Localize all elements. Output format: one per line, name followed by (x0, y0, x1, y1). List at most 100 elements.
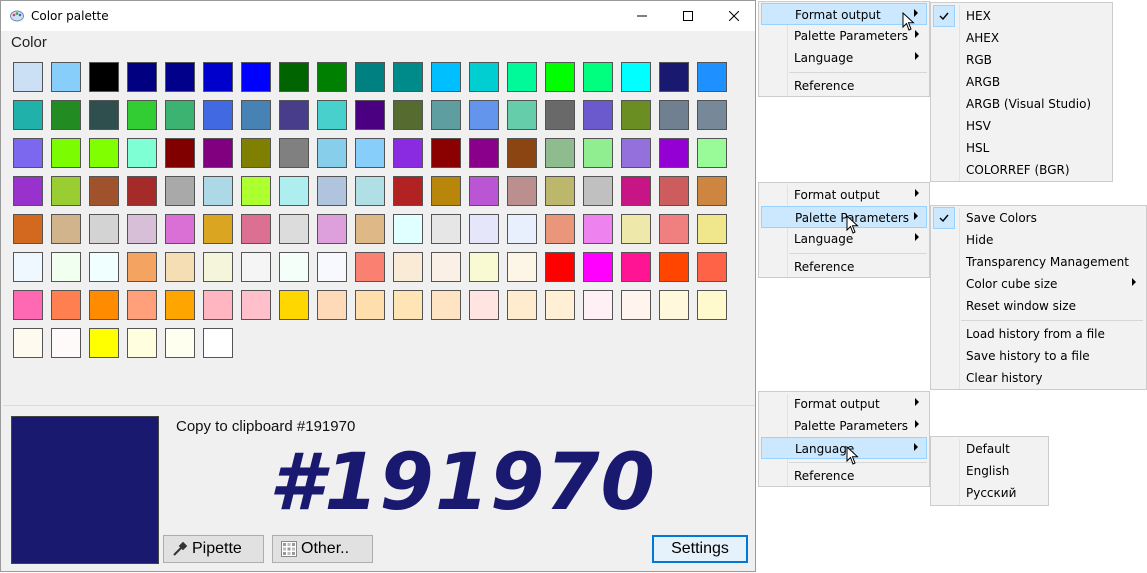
color-swatch[interactable] (279, 290, 309, 320)
color-swatch[interactable] (621, 290, 651, 320)
color-swatch[interactable] (431, 138, 461, 168)
format-item-hex[interactable]: HEX (933, 5, 1110, 27)
color-swatch[interactable] (545, 100, 575, 130)
language-item-default[interactable]: Default (933, 438, 1046, 460)
color-swatch[interactable] (355, 62, 385, 92)
color-swatch[interactable] (355, 100, 385, 130)
color-swatch[interactable] (355, 138, 385, 168)
format-item-argb-vs[interactable]: ARGB (Visual Studio) (933, 93, 1110, 115)
color-swatch[interactable] (165, 328, 195, 358)
color-swatch[interactable] (127, 214, 157, 244)
color-swatch[interactable] (203, 62, 233, 92)
color-swatch[interactable] (317, 100, 347, 130)
param-item-color-cube-size[interactable]: Color cube size (933, 273, 1144, 295)
other-button[interactable]: Other.. (272, 535, 373, 563)
color-swatch[interactable] (583, 290, 613, 320)
copy-to-clipboard-text[interactable]: Copy to clipboard #191970 (176, 418, 355, 435)
color-swatch[interactable] (51, 328, 81, 358)
color-swatch[interactable] (203, 252, 233, 282)
format-item-colorref[interactable]: COLORREF (BGR) (933, 159, 1110, 181)
color-swatch[interactable] (431, 214, 461, 244)
color-swatch[interactable] (241, 176, 271, 206)
color-swatch[interactable] (89, 328, 119, 358)
color-swatch[interactable] (659, 252, 689, 282)
color-swatch[interactable] (393, 176, 423, 206)
color-swatch[interactable] (165, 290, 195, 320)
color-swatch[interactable] (51, 176, 81, 206)
color-swatch[interactable] (393, 252, 423, 282)
color-swatch[interactable] (545, 176, 575, 206)
menu-item-palette-parameters[interactable]: Palette Parameters (761, 206, 927, 228)
color-swatch[interactable] (89, 138, 119, 168)
color-swatch[interactable] (697, 214, 727, 244)
color-swatch[interactable] (13, 328, 43, 358)
color-swatch[interactable] (355, 176, 385, 206)
color-swatch[interactable] (697, 100, 727, 130)
color-swatch[interactable] (393, 62, 423, 92)
color-swatch[interactable] (469, 214, 499, 244)
color-swatch[interactable] (241, 100, 271, 130)
color-swatch[interactable] (127, 252, 157, 282)
color-swatch[interactable] (317, 62, 347, 92)
color-swatch[interactable] (13, 214, 43, 244)
color-swatch[interactable] (393, 100, 423, 130)
color-swatch[interactable] (431, 252, 461, 282)
color-swatch[interactable] (127, 328, 157, 358)
color-swatch[interactable] (469, 138, 499, 168)
format-item-hsv[interactable]: HSV (933, 115, 1110, 137)
menu-item-reference[interactable]: Reference (761, 75, 927, 97)
color-swatch[interactable] (13, 100, 43, 130)
color-swatch[interactable] (317, 290, 347, 320)
color-swatch[interactable] (13, 62, 43, 92)
color-swatch[interactable] (89, 252, 119, 282)
color-swatch[interactable] (469, 290, 499, 320)
color-swatch[interactable] (507, 214, 537, 244)
menu-item-language[interactable]: Language (761, 437, 927, 459)
color-swatch[interactable] (507, 100, 537, 130)
color-swatch[interactable] (469, 176, 499, 206)
color-swatch[interactable] (51, 62, 81, 92)
color-swatch[interactable] (165, 138, 195, 168)
color-swatch[interactable] (659, 100, 689, 130)
color-swatch[interactable] (583, 176, 613, 206)
color-swatch[interactable] (127, 138, 157, 168)
color-swatch[interactable] (317, 176, 347, 206)
color-swatch[interactable] (393, 214, 423, 244)
color-swatch[interactable] (469, 252, 499, 282)
color-swatch[interactable] (127, 100, 157, 130)
menu-item-reference[interactable]: Reference (761, 256, 927, 278)
color-swatch[interactable] (507, 176, 537, 206)
format-item-hsl[interactable]: HSL (933, 137, 1110, 159)
language-item-russian[interactable]: Русский (933, 482, 1046, 504)
color-swatch[interactable] (431, 176, 461, 206)
color-swatch[interactable] (583, 62, 613, 92)
format-item-ahex[interactable]: AHEX (933, 27, 1110, 49)
color-swatch[interactable] (279, 176, 309, 206)
color-swatch[interactable] (507, 138, 537, 168)
color-swatch[interactable] (127, 62, 157, 92)
color-swatch[interactable] (241, 252, 271, 282)
format-item-rgb[interactable]: RGB (933, 49, 1110, 71)
color-swatch[interactable] (13, 138, 43, 168)
color-swatch[interactable] (165, 214, 195, 244)
color-swatch[interactable] (355, 214, 385, 244)
color-swatch[interactable] (13, 252, 43, 282)
color-swatch[interactable] (241, 138, 271, 168)
color-swatch[interactable] (697, 138, 727, 168)
color-swatch[interactable] (51, 138, 81, 168)
color-swatch[interactable] (203, 290, 233, 320)
menu-item-format-output[interactable]: Format output (761, 393, 927, 415)
color-swatch[interactable] (13, 290, 43, 320)
color-swatch[interactable] (621, 138, 651, 168)
color-swatch[interactable] (583, 252, 613, 282)
color-swatch[interactable] (355, 252, 385, 282)
color-swatch[interactable] (659, 290, 689, 320)
menu-item-palette-parameters[interactable]: Palette Parameters (761, 415, 927, 437)
color-swatch[interactable] (89, 290, 119, 320)
color-swatch[interactable] (127, 176, 157, 206)
color-swatch[interactable] (659, 62, 689, 92)
color-swatch[interactable] (355, 290, 385, 320)
param-item-transparency[interactable]: Transparency Management (933, 251, 1144, 273)
format-item-argb[interactable]: ARGB (933, 71, 1110, 93)
color-swatch[interactable] (317, 214, 347, 244)
